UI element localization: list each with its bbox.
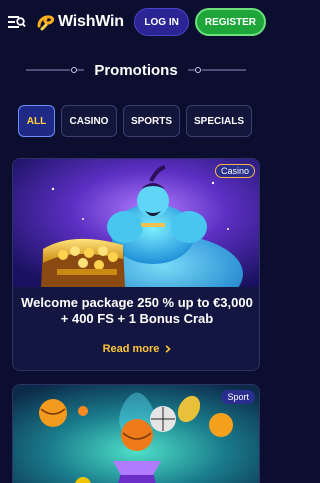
category-tabs: ALL CASINO SPORTS SPECIALS [18,105,252,137]
read-more-label: Read more [102,343,160,355]
menu-search-icon[interactable] [8,13,26,31]
top-header: WishWin LOG IN REGISTER [0,0,272,44]
chevron-right-icon [165,345,172,353]
register-button[interactable]: REGISTER [194,8,266,36]
genie-treasure-image [13,159,259,287]
read-more-link[interactable]: Read more [13,343,259,355]
page-title-row: Promotions [0,58,272,82]
card-category-badge: Sport [221,390,255,404]
logo[interactable]: WishWin [36,12,124,32]
logo-text: WishWin [58,13,124,30]
tab-casino[interactable]: CASINO [61,105,117,137]
tab-specials[interactable]: SPECIALS [186,105,252,137]
card-category-badge: Casino [214,164,255,178]
promo-card[interactable]: Casino Welcome package 250 % up to €3,00… [12,158,260,371]
login-button[interactable]: LOG IN [134,8,189,36]
tab-all[interactable]: ALL [18,105,55,137]
card-title: Welcome package 250 % up to €3,000 + 400… [21,295,253,326]
title-decoration-right-icon [187,67,246,73]
page-title: Promotions [94,61,178,79]
card-body: Welcome package 250 % up to €3,000 + 400… [13,287,259,370]
promo-card[interactable]: Sport [12,384,260,483]
tab-sports[interactable]: SPORTS [123,105,180,137]
title-decoration-left-icon [26,67,85,73]
logo-icon [37,15,55,31]
